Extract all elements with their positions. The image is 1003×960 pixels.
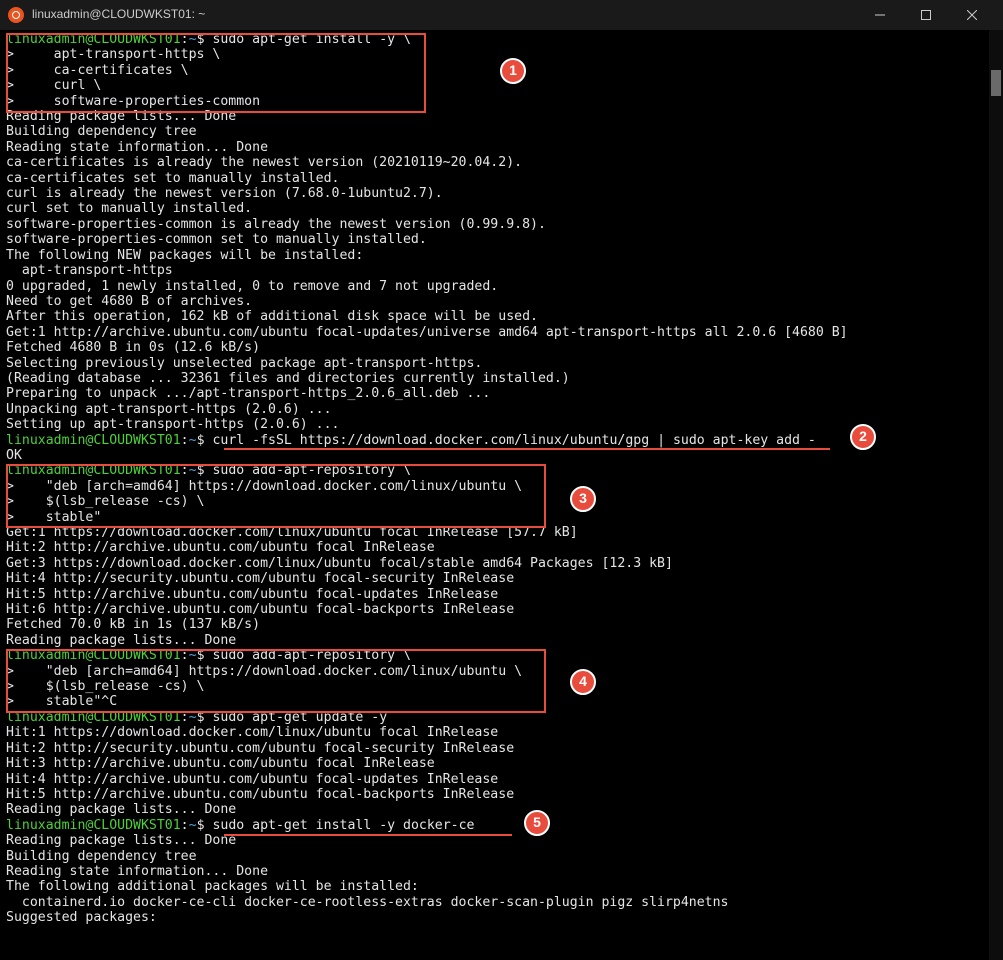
scrollbar[interactable]: [989, 30, 1003, 960]
terminal-line: ca-certificates is already the newest ve…: [6, 155, 997, 170]
terminal-line: Setting up apt-transport-https (2.0.6) .…: [6, 417, 997, 432]
terminal-line: > ca-certificates \: [6, 63, 997, 78]
terminal-line: linuxadmin@CLOUDWKST01:~$ sudo apt-get i…: [6, 32, 997, 47]
terminal-line: Reading state information... Done: [6, 140, 997, 155]
terminal-line: Hit:3 http://archive.ubuntu.com/ubuntu f…: [6, 756, 997, 771]
terminal-line: linuxadmin@CLOUDWKST01:~$ curl -fsSL htt…: [6, 433, 997, 448]
terminal-line: > "deb [arch=amd64] https://download.doc…: [6, 479, 997, 494]
terminal-line: Preparing to unpack .../apt-transport-ht…: [6, 386, 997, 401]
terminal-line: Reading package lists... Done: [6, 109, 997, 124]
terminal-line: Hit:4 http://archive.ubuntu.com/ubuntu f…: [6, 772, 997, 787]
titlebar[interactable]: linuxadmin@CLOUDWKST01: ~: [0, 0, 1003, 30]
terminal-line: Need to get 4680 B of archives.: [6, 294, 997, 309]
terminal-window: linuxadmin@CLOUDWKST01: ~ linuxadmin@CLO…: [0, 0, 1003, 960]
terminal-line: Get:1 http://archive.ubuntu.com/ubuntu f…: [6, 325, 997, 340]
terminal-line: > curl \: [6, 78, 997, 93]
terminal-line: Building dependency tree: [6, 124, 997, 139]
terminal-line: > "deb [arch=amd64] https://download.doc…: [6, 664, 997, 679]
terminal-line: 0 upgraded, 1 newly installed, 0 to remo…: [6, 279, 997, 294]
terminal-line: Get:1 https://download.docker.com/linux/…: [6, 525, 997, 540]
terminal-line: linuxadmin@CLOUDWKST01:~$ sudo add-apt-r…: [6, 648, 997, 663]
terminal-line: Selecting previously unselected package …: [6, 356, 997, 371]
terminal-line: ca-certificates set to manually installe…: [6, 171, 997, 186]
terminal-line: linuxadmin@CLOUDWKST01:~$ sudo apt-get i…: [6, 818, 997, 833]
terminal-line: linuxadmin@CLOUDWKST01:~$ sudo apt-get u…: [6, 710, 997, 725]
terminal-line: Fetched 70.0 kB in 1s (137 kB/s): [6, 617, 997, 632]
terminal-line: Fetched 4680 B in 0s (12.6 kB/s): [6, 340, 997, 355]
terminal-line: Hit:6 http://archive.ubuntu.com/ubuntu f…: [6, 602, 997, 617]
terminal-line: Hit:2 http://security.ubuntu.com/ubuntu …: [6, 741, 997, 756]
terminal-line: Hit:1 https://download.docker.com/linux/…: [6, 725, 997, 740]
terminal-line: Building dependency tree: [6, 849, 997, 864]
terminal-line: Reading package lists... Done: [6, 802, 997, 817]
terminal-line: Get:3 https://download.docker.com/linux/…: [6, 556, 997, 571]
scrollbar-thumb[interactable]: [991, 70, 1001, 96]
terminal-line: Hit:5 http://archive.ubuntu.com/ubuntu f…: [6, 787, 997, 802]
terminal-body[interactable]: linuxadmin@CLOUDWKST01:~$ sudo apt-get i…: [0, 30, 1003, 960]
terminal-line: curl is already the newest version (7.68…: [6, 186, 997, 201]
terminal-line: software-properties-common is already th…: [6, 217, 997, 232]
terminal-line: The following additional packages will b…: [6, 879, 997, 894]
terminal-line: Reading state information... Done: [6, 864, 997, 879]
terminal-line: > stable"^C: [6, 694, 997, 709]
terminal-line: Suggested packages:: [6, 910, 997, 925]
ubuntu-icon: [8, 7, 24, 23]
terminal-line: Unpacking apt-transport-https (2.0.6) ..…: [6, 402, 997, 417]
close-button[interactable]: [949, 0, 995, 30]
terminal-line: linuxadmin@CLOUDWKST01:~$ sudo add-apt-r…: [6, 463, 997, 478]
terminal-line: > stable": [6, 510, 997, 525]
terminal-line: containerd.io docker-ce-cli docker-ce-ro…: [6, 895, 997, 910]
terminal-line: After this operation, 162 kB of addition…: [6, 309, 997, 324]
terminal-line: > $(lsb_release -cs) \: [6, 494, 997, 509]
terminal-line: Reading package lists... Done: [6, 833, 997, 848]
terminal-line: > software-properties-common: [6, 94, 997, 109]
terminal-line: > $(lsb_release -cs) \: [6, 679, 997, 694]
terminal-line: software-properties-common set to manual…: [6, 232, 997, 247]
terminal-line: Hit:4 http://security.ubuntu.com/ubuntu …: [6, 571, 997, 586]
terminal-line: > apt-transport-https \: [6, 47, 997, 62]
terminal-line: OK: [6, 448, 997, 463]
terminal-line: The following NEW packages will be insta…: [6, 248, 997, 263]
window-title: linuxadmin@CLOUDWKST01: ~: [32, 7, 205, 22]
terminal-line: Hit:5 http://archive.ubuntu.com/ubuntu f…: [6, 587, 997, 602]
terminal-line: Reading package lists... Done: [6, 633, 997, 648]
maximize-button[interactable]: [903, 0, 949, 30]
terminal-line: apt-transport-https: [6, 263, 997, 278]
terminal-line: Hit:2 http://archive.ubuntu.com/ubuntu f…: [6, 540, 997, 555]
terminal-line: curl set to manually installed.: [6, 201, 997, 216]
terminal-line: (Reading database ... 32361 files and di…: [6, 371, 997, 386]
minimize-button[interactable]: [857, 0, 903, 30]
